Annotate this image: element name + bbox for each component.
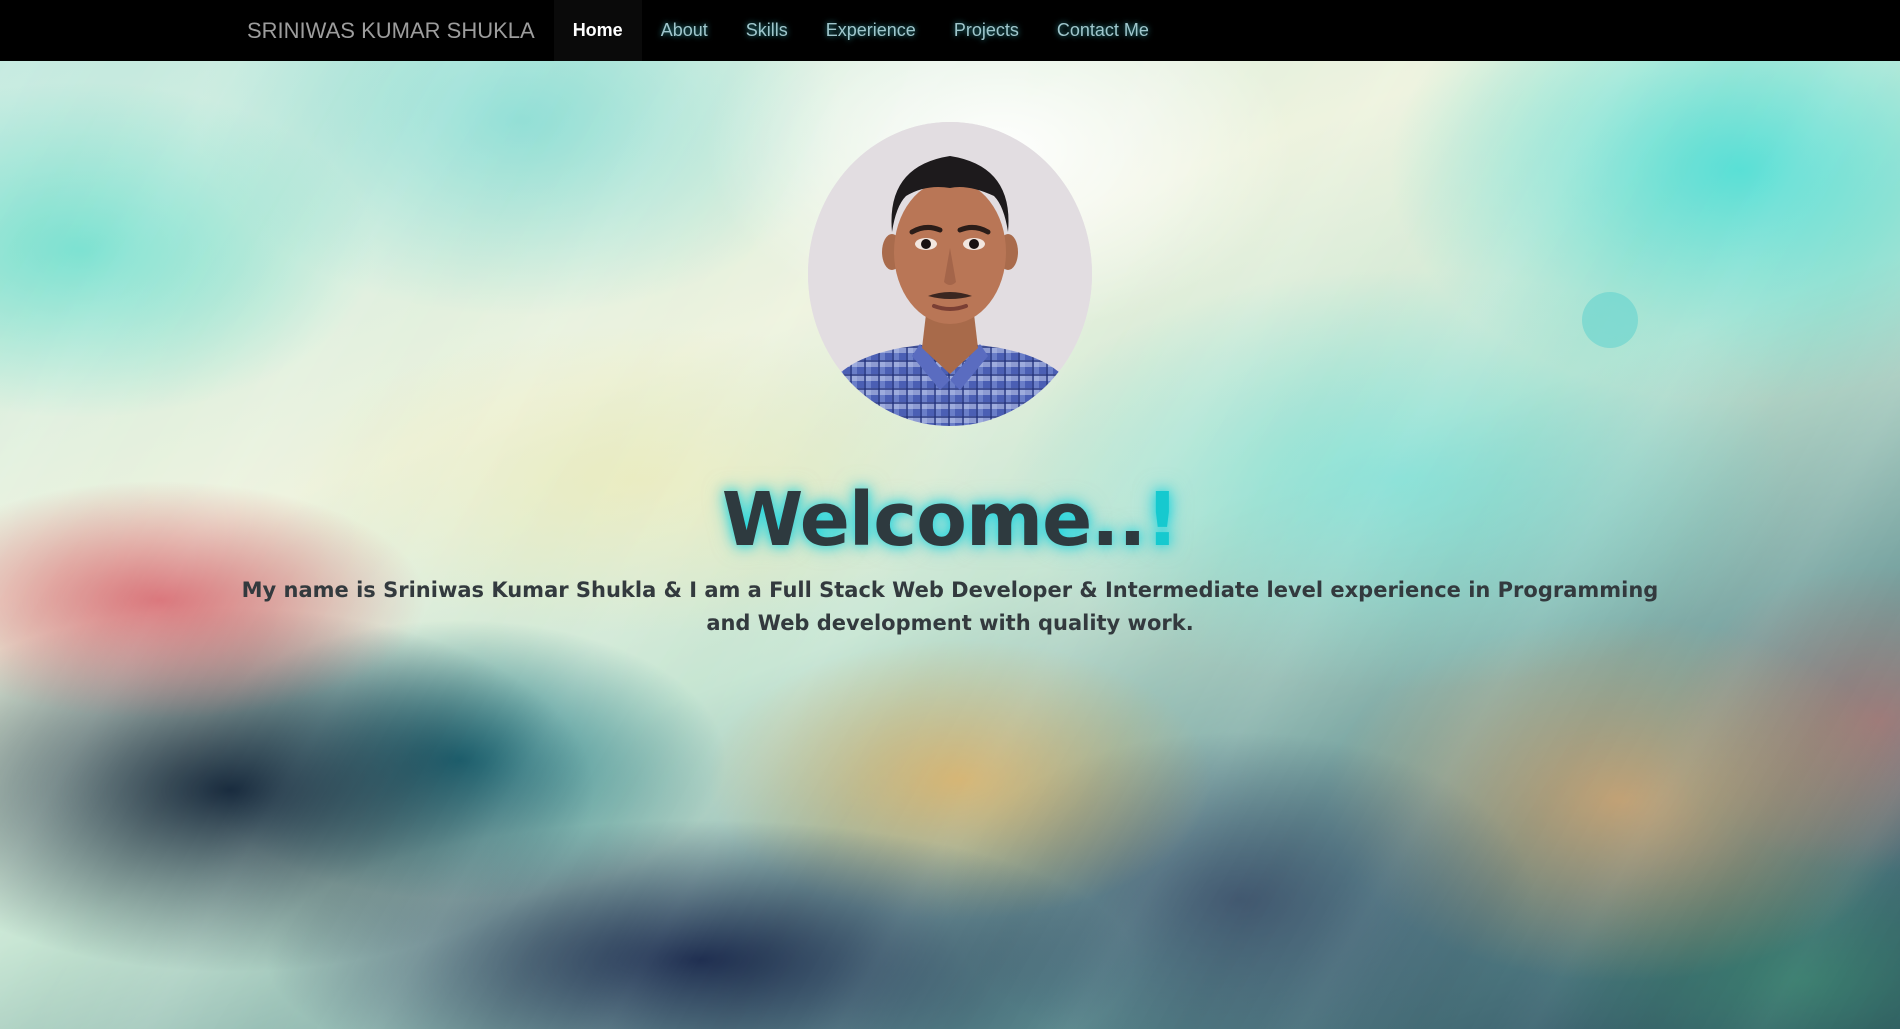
- welcome-text: Welcome..: [721, 477, 1147, 563]
- nav-link-about[interactable]: About: [642, 0, 727, 61]
- nav-item-experience: Experience: [807, 0, 935, 61]
- nav-list: Home About Skills Experience Projects Co…: [553, 0, 1168, 61]
- profile-photo: [808, 122, 1092, 426]
- profile-photo-illustration: [808, 122, 1092, 426]
- nav-link-skills[interactable]: Skills: [727, 0, 807, 61]
- nav-link-projects[interactable]: Projects: [935, 0, 1038, 61]
- nav-link-home[interactable]: Home: [553, 0, 642, 61]
- welcome-heading: Welcome..!: [0, 477, 1900, 563]
- nav-link-contact-me[interactable]: Contact Me: [1038, 0, 1168, 61]
- navbar: SRINIWAS KUMAR SHUKLA Home About Skills …: [0, 0, 1900, 61]
- nav-item-home: Home: [553, 0, 642, 61]
- navbar-brand[interactable]: SRINIWAS KUMAR SHUKLA: [247, 0, 554, 61]
- page: SRINIWAS KUMAR SHUKLA Home About Skills …: [0, 0, 1900, 1029]
- nav-item-about: About: [642, 0, 727, 61]
- nav-item-skills: Skills: [727, 0, 807, 61]
- nav-link-experience[interactable]: Experience: [807, 0, 935, 61]
- welcome-exclamation: !: [1145, 477, 1180, 563]
- intro-paragraph: My name is Sriniwas Kumar Shukla & I am …: [241, 578, 1659, 635]
- background-bokeh: [1582, 292, 1638, 348]
- nav-item-contact: Contact Me: [1038, 0, 1168, 61]
- nav-item-projects: Projects: [935, 0, 1038, 61]
